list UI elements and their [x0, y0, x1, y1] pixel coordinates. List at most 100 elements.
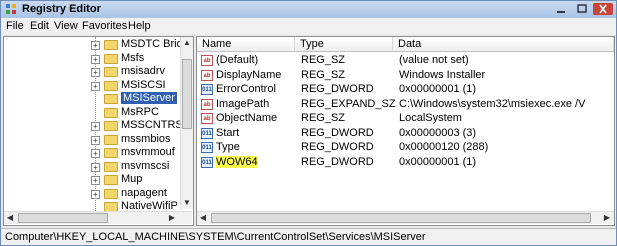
- scroll-right-arrow-icon[interactable]: ▶: [601, 212, 613, 224]
- tree-item-label: msisadrv: [121, 65, 166, 77]
- value-type: REG_DWORD: [301, 155, 374, 168]
- menu-file[interactable]: File: [6, 20, 24, 32]
- value-type: REG_DWORD: [301, 83, 374, 95]
- string-value-icon: ab: [201, 98, 213, 110]
- folder-icon: [104, 53, 118, 64]
- value-row[interactable]: 011 Start REG_DWORD 0x00000003 (3): [197, 127, 602, 141]
- tree-item-label: napagent: [121, 186, 167, 199]
- value-data: (value not set): [399, 54, 469, 66]
- folder-icon: [104, 107, 118, 118]
- scroll-down-arrow-icon[interactable]: ▼: [181, 197, 193, 209]
- value-row[interactable]: ab (Default) REG_SZ (value not set): [197, 54, 602, 68]
- tree-pane[interactable]: +MSDTC Bridge 3+Msfs+msisadrv+MSiSCSIMSI…: [3, 36, 194, 226]
- folder-icon: [104, 94, 118, 104]
- binary-value-icon: 011: [201, 142, 213, 153]
- close-button[interactable]: [593, 3, 613, 15]
- menu-help[interactable]: Help: [128, 20, 151, 32]
- expand-icon[interactable]: +: [91, 81, 100, 91]
- menu-bar: File Edit View Favorites Help: [1, 18, 616, 34]
- expand-icon[interactable]: +: [91, 68, 100, 77]
- menu-view[interactable]: View: [54, 20, 78, 32]
- scroll-left-arrow-icon[interactable]: ◀: [197, 212, 209, 224]
- value-data: Windows Installer: [399, 68, 486, 81]
- value-row[interactable]: 011 WOW64 REG_DWORD 0x00000001 (1): [197, 155, 602, 170]
- values-horizontal-scrollbar[interactable]: ◀ ▶: [197, 211, 614, 224]
- maximize-icon: [577, 4, 587, 13]
- tree-item-label: mssmbios: [121, 132, 171, 145]
- value-type: REG_DWORD: [301, 141, 374, 153]
- folder-icon: [104, 67, 118, 77]
- close-icon: [599, 4, 607, 14]
- maximize-button[interactable]: [572, 3, 592, 15]
- expand-icon[interactable]: +: [91, 149, 100, 158]
- tree-vertical-scrollbar[interactable]: ▲ ▼: [180, 37, 193, 209]
- value-name: Start: [216, 126, 240, 139]
- value-name: DisplayName: [216, 68, 282, 81]
- column-header-name[interactable]: Name: [197, 37, 295, 52]
- value-type: REG_SZ: [301, 68, 346, 81]
- scroll-right-arrow-icon[interactable]: ▶: [166, 212, 178, 224]
- folder-icon: [104, 134, 118, 145]
- folder-icon: [104, 148, 118, 158]
- binary-value-icon: 011: [201, 84, 213, 95]
- registry-editor-window: Registry Editor File Edit View Favorites…: [0, 0, 617, 246]
- value-type: REG_DWORD: [301, 126, 374, 139]
- folder-icon: [104, 80, 118, 91]
- folder-icon: [104, 175, 118, 185]
- string-value-icon: ab: [201, 55, 213, 66]
- tree-item-label: Mup: [121, 173, 143, 185]
- value-data: 0x00000003 (3): [399, 126, 477, 139]
- value-data: C:\Windows\system32\msiexec.exe /V: [399, 97, 586, 110]
- value-name: Type: [216, 141, 240, 153]
- expand-icon[interactable]: +: [91, 135, 100, 145]
- tree-item-label: msvmscsi: [121, 159, 170, 172]
- tree-horizontal-scrollbar[interactable]: ◀ ▶: [4, 211, 192, 224]
- folder-icon: [104, 121, 118, 131]
- expand-icon[interactable]: +: [91, 122, 100, 131]
- value-data: 0x00000001 (1): [399, 155, 477, 168]
- value-row[interactable]: ab ImagePath REG_EXPAND_SZ C:\Windows\syste…: [197, 98, 602, 112]
- menu-edit[interactable]: Edit: [30, 20, 49, 32]
- expand-icon[interactable]: +: [91, 176, 100, 185]
- window-title: Registry Editor: [22, 3, 101, 15]
- tree-item-label: MSiSCSI: [121, 78, 166, 91]
- value-type: REG_SZ: [301, 112, 346, 124]
- tree-item-label: MSSCNTRS: [121, 119, 183, 131]
- scroll-left-arrow-icon[interactable]: ◀: [4, 212, 16, 224]
- folder-icon: [104, 40, 118, 50]
- tree-item-label: Msfs: [121, 51, 145, 64]
- string-value-icon: ab: [201, 69, 213, 81]
- title-bar[interactable]: Registry Editor: [1, 1, 616, 19]
- expand-icon[interactable]: +: [91, 54, 100, 64]
- value-row[interactable]: 011 ErrorControl REG_DWORD 0x00000001 (1): [197, 83, 602, 97]
- expand-icon[interactable]: +: [91, 189, 100, 199]
- value-name: ObjectName: [216, 112, 278, 124]
- value-name: (Default): [216, 54, 259, 66]
- scroll-up-arrow-icon[interactable]: ▲: [181, 37, 193, 49]
- minimize-icon: [557, 11, 565, 13]
- value-row[interactable]: ab DisplayName REG_SZ Windows Installer: [197, 69, 602, 83]
- folder-icon: [104, 161, 118, 172]
- value-name: ImagePath: [216, 97, 270, 110]
- tree-item-label: msvmmouf: [121, 146, 175, 158]
- binary-value-icon: 011: [201, 127, 213, 139]
- tree-scroll-thumb[interactable]: [182, 59, 192, 129]
- registry-editor-icon: [6, 4, 16, 14]
- values-hscroll-thumb[interactable]: [211, 213, 591, 223]
- folder-icon: [104, 188, 118, 199]
- tree-item-label: MSIServer: [121, 92, 177, 104]
- expand-icon[interactable]: +: [91, 162, 100, 172]
- minimize-button[interactable]: [551, 3, 571, 15]
- tree-hscroll-thumb[interactable]: [18, 213, 108, 223]
- value-row[interactable]: 011 Type REG_DWORD 0x00000120 (288): [197, 141, 602, 155]
- value-data: LocalSystem: [399, 112, 462, 124]
- value-data: 0x00000001 (1): [399, 83, 477, 95]
- status-bar: Computer\HKEY_LOCAL_MACHINE\SYSTEM\Curre…: [1, 228, 616, 245]
- column-header-data[interactable]: Data: [393, 37, 614, 52]
- values-pane[interactable]: Name Type Data ab (Default) REG_SZ (value n…: [196, 36, 615, 226]
- menu-favorites[interactable]: Favorites: [82, 20, 127, 32]
- expand-icon[interactable]: +: [91, 41, 100, 50]
- binary-value-icon: 011: [201, 156, 213, 168]
- value-row[interactable]: ab ObjectName REG_SZ LocalSystem: [197, 112, 602, 126]
- column-header-type[interactable]: Type: [295, 37, 393, 52]
